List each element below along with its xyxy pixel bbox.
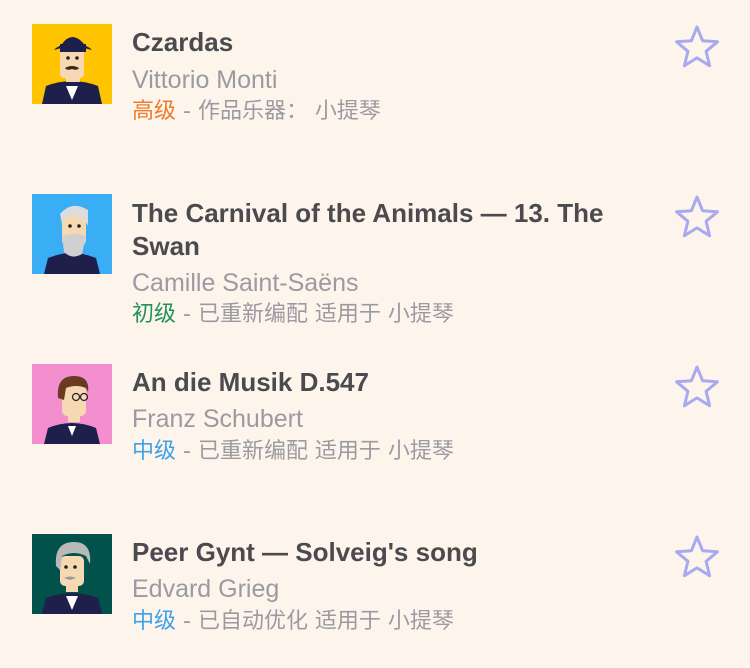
list-item[interactable]: Czardas Vittorio Monti 高级 - 作品乐器： 小提琴 (0, 0, 750, 160)
piece-meta: 高级 - 作品乐器： 小提琴 (132, 98, 381, 126)
piece-detail: - 已自动优化 适用于 小提琴 (176, 609, 454, 634)
list-item[interactable]: The Carnival of the Animals — 13. The Sw… (0, 180, 750, 340)
composer-avatar (32, 24, 112, 104)
difficulty-level: 中级 (132, 439, 177, 464)
composer-avatar (32, 194, 112, 274)
favorite-star-icon[interactable] (674, 364, 720, 410)
list-item[interactable]: Peer Gynt — Solveig's song Edvard Grieg … (0, 520, 750, 668)
composer-name: Edvard Grieg (132, 575, 280, 603)
piece-meta: 中级 - 已自动优化 适用于 小提琴 (132, 608, 454, 636)
list-item[interactable]: An die Musik D.547 Franz Schubert 中级 - 已… (0, 350, 750, 510)
difficulty-level: 初级 (132, 302, 177, 327)
composer-name: Franz Schubert (132, 405, 303, 433)
piece-detail: - 已重新编配 适用于 小提琴 (176, 302, 454, 327)
favorite-star-icon[interactable] (674, 534, 720, 580)
difficulty-level: 中级 (132, 609, 177, 634)
composer-avatar (32, 364, 112, 444)
piece-title: An die Musik D.547 (132, 367, 369, 397)
difficulty-level: 高级 (132, 99, 177, 124)
piece-meta: 中级 - 已重新编配 适用于 小提琴 (132, 438, 454, 466)
favorite-star-icon[interactable] (674, 194, 720, 240)
piece-detail: - 已重新编配 适用于 小提琴 (176, 439, 454, 464)
piece-detail: - 作品乐器： 小提琴 (176, 99, 381, 124)
piece-title: Czardas (132, 27, 234, 57)
favorite-star-icon[interactable] (674, 24, 720, 70)
composer-avatar (32, 534, 112, 614)
piece-title: The Carnival of the Animals — 13. The Sw… (132, 198, 604, 261)
piece-meta: 初级 - 已重新编配 适用于 小提琴 (132, 301, 454, 329)
composer-name: Vittorio Monti (132, 66, 278, 94)
composer-name: Camille Saint-Saëns (132, 269, 359, 297)
piece-title: Peer Gynt — Solveig's song (132, 537, 478, 567)
